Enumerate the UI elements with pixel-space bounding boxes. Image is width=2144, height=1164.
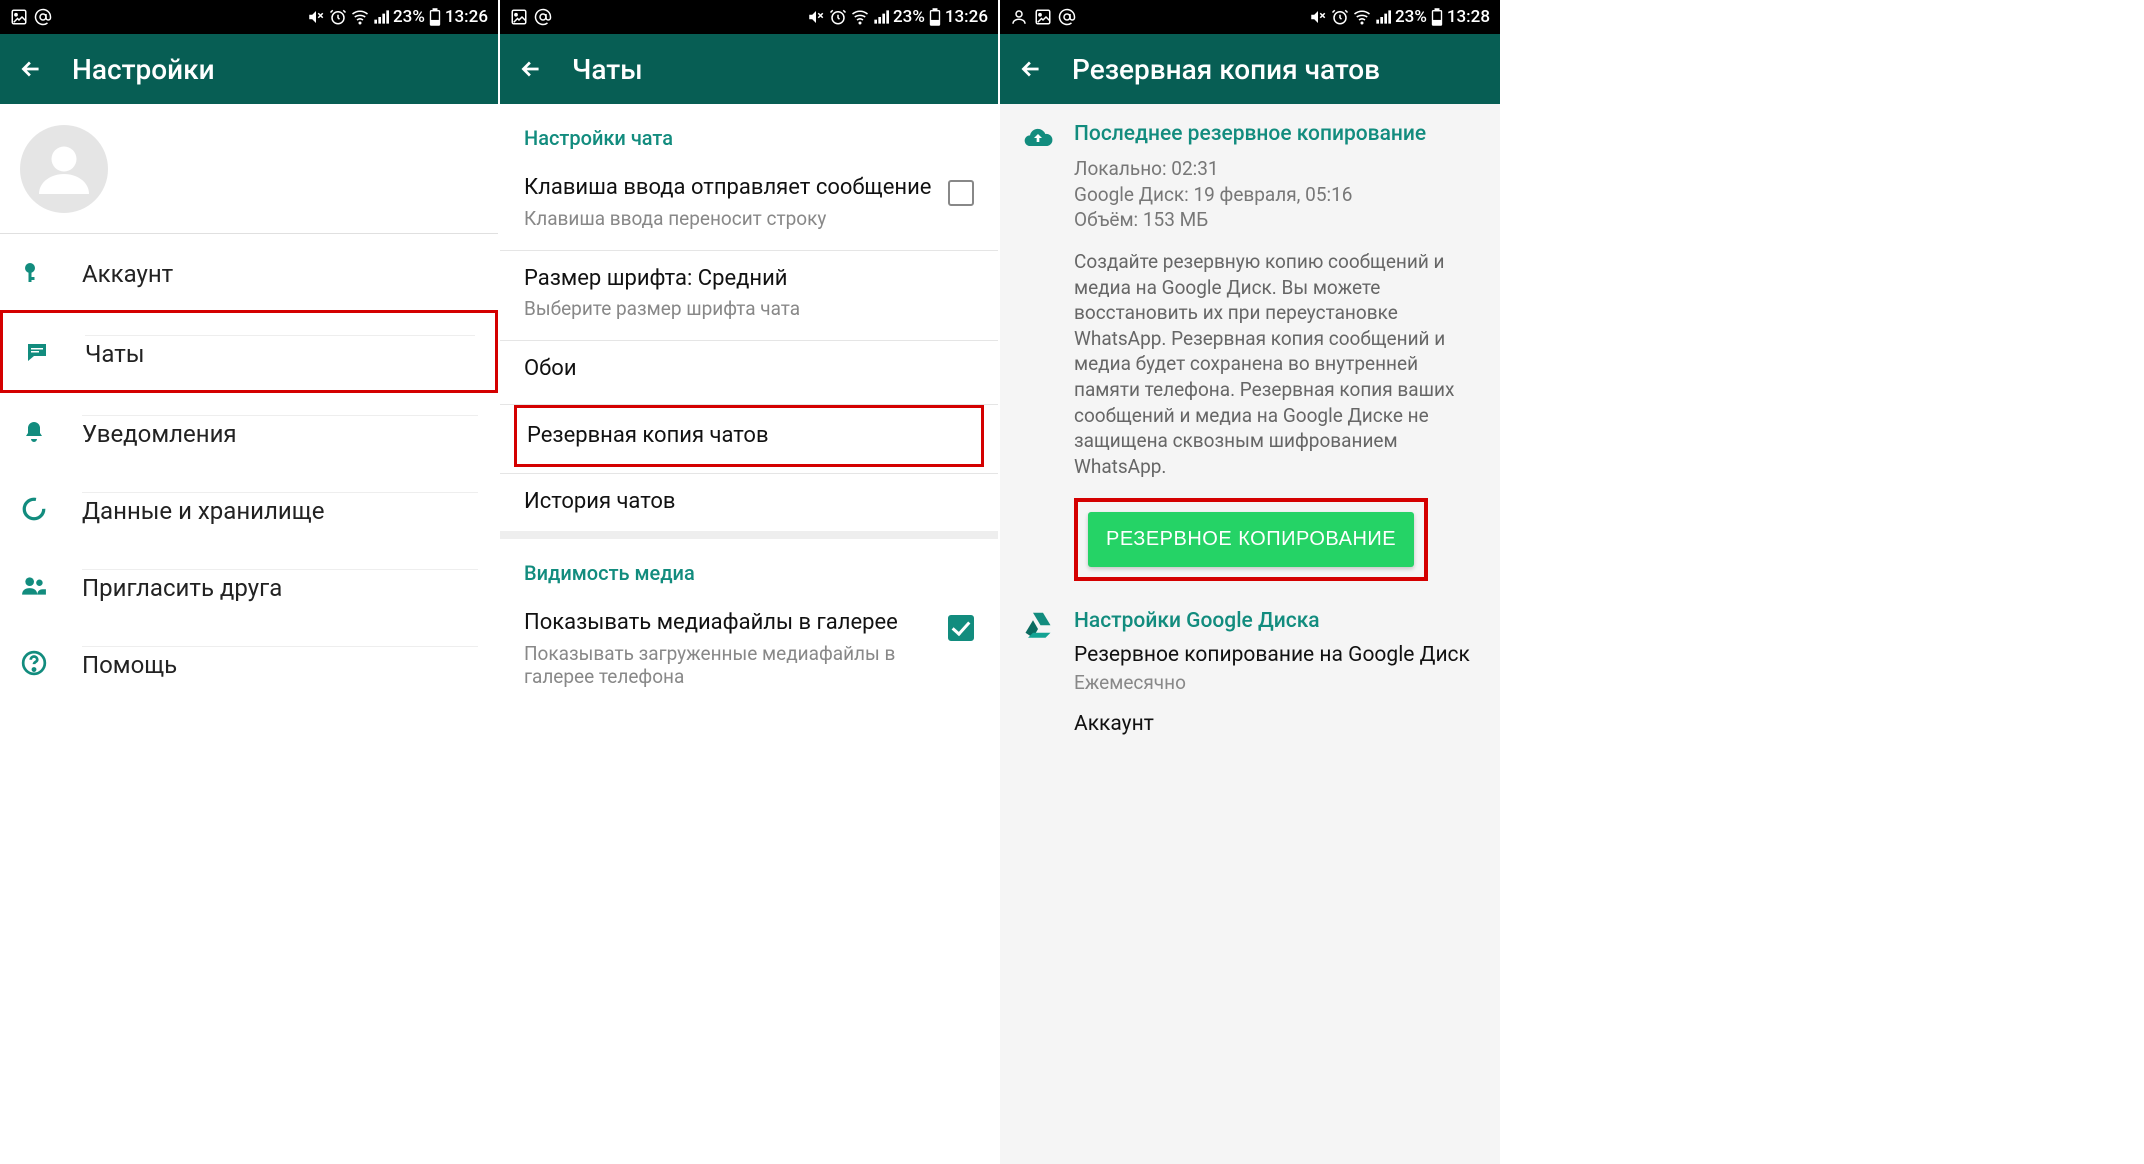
image-icon <box>10 8 28 26</box>
cloud-upload-icon <box>1020 122 1056 581</box>
last-backup-block: Последнее резервное копирование Локально… <box>1000 104 1500 591</box>
row-sub: Показывать загруженные медиафайлы в гале… <box>524 642 936 688</box>
signal-icon <box>373 9 389 25</box>
backup-button-highlight: РЕЗЕРВНОЕ КОПИРОВАНИЕ <box>1074 498 1428 581</box>
alarm-icon <box>329 8 347 26</box>
divider-thick <box>500 531 998 539</box>
gdrive-settings-header: Настройки Google Диска <box>1074 609 1480 633</box>
row-title: Размер шрифта: Средний <box>524 265 974 294</box>
people-icon <box>20 572 48 600</box>
row-media-visibility[interactable]: Показывать медиафайлы в галерее Показыва… <box>500 595 998 702</box>
clock-time: 13:26 <box>945 7 988 27</box>
status-bar: 23% 13:26 <box>500 0 998 34</box>
row-wallpaper[interactable]: Обои <box>500 341 998 398</box>
alarm-icon <box>829 8 847 26</box>
battery-pct: 23% <box>1395 7 1427 27</box>
status-bar: 23% 13:28 <box>1000 0 1500 34</box>
backup-paragraph: Создайте резервную копию сообщений и мед… <box>1074 249 1480 480</box>
backup-size-line: Объём: 153 МБ <box>1074 207 1480 233</box>
settings-label: Данные и хранилище <box>82 492 478 525</box>
screen-settings: 23% 13:26 Настройки Аккаунт <box>0 0 500 1164</box>
at-icon <box>34 8 52 26</box>
backup-gdrive-line: Google Диск: 19 февраля, 05:16 <box>1074 182 1480 208</box>
row-title: История чатов <box>524 488 974 517</box>
row-title: Резервная копия чатов <box>527 422 971 451</box>
wifi-icon <box>351 8 369 26</box>
screen-chats: 23% 13:26 Чаты Настройки чата Клавиша вв… <box>500 0 1000 1164</box>
bell-icon <box>20 418 48 446</box>
profile-row[interactable] <box>0 104 498 234</box>
row-title: Клавиша ввода отправляет сообщение <box>524 174 936 203</box>
page-title: Резервная копия чатов <box>1072 53 1380 86</box>
row-backup[interactable]: Резервная копия чатов <box>514 405 984 468</box>
back-button[interactable] <box>18 56 44 82</box>
at-icon <box>1058 8 1076 26</box>
page-title: Настройки <box>72 53 215 86</box>
back-button[interactable] <box>1018 56 1044 82</box>
app-bar: Чаты <box>500 34 998 104</box>
mute-icon <box>307 8 325 26</box>
settings-item-data[interactable]: Данные и хранилище <box>0 470 498 547</box>
signal-icon <box>873 9 889 25</box>
battery-icon <box>429 8 441 26</box>
backup-button[interactable]: РЕЗЕРВНОЕ КОПИРОВАНИЕ <box>1088 512 1414 567</box>
settings-item-notifications[interactable]: Уведомления <box>0 393 498 470</box>
settings-label: Помощь <box>82 646 478 679</box>
settings-label: Пригласить друга <box>82 569 478 602</box>
row-sub: Клавиша ввода переносит строку <box>524 207 936 230</box>
row-gdrive-backup[interactable]: Резервное копирование на Google Диск Еже… <box>1074 643 1480 694</box>
row-font-size[interactable]: Размер шрифта: Средний Выберите размер ш… <box>500 251 998 335</box>
checkbox-checked[interactable] <box>948 615 974 641</box>
last-backup-header: Последнее резервное копирование <box>1074 122 1480 146</box>
wifi-icon <box>851 8 869 26</box>
alarm-icon <box>1331 8 1349 26</box>
wifi-icon <box>1353 8 1371 26</box>
backup-local-line: Локально: 02:31 <box>1074 156 1480 182</box>
image-icon <box>1034 8 1052 26</box>
gdrive-backup-title: Резервное копирование на Google Диск <box>1074 643 1480 667</box>
at-icon <box>534 8 552 26</box>
row-sub: Выберите размер шрифта чата <box>524 297 974 320</box>
app-bar: Настройки <box>0 34 498 104</box>
settings-item-account[interactable]: Аккаунт <box>0 234 498 310</box>
image-icon <box>510 8 528 26</box>
status-bar: 23% 13:26 <box>0 0 498 34</box>
battery-icon <box>929 8 941 26</box>
mute-icon <box>807 8 825 26</box>
settings-item-help[interactable]: Помощь <box>0 624 498 701</box>
data-icon <box>20 495 48 523</box>
google-drive-icon <box>1020 609 1056 736</box>
help-icon <box>20 649 48 677</box>
checkbox-unchecked[interactable] <box>948 180 974 206</box>
row-history[interactable]: История чатов <box>500 474 998 531</box>
app-bar: Резервная копия чатов <box>1000 34 1500 104</box>
settings-label: Чаты <box>85 335 475 368</box>
settings-item-invite[interactable]: Пригласить друга <box>0 547 498 624</box>
battery-icon <box>1431 8 1443 26</box>
row-gdrive-account[interactable]: Аккаунт <box>1074 712 1480 736</box>
settings-label: Уведомления <box>82 415 478 448</box>
person-icon <box>1010 8 1028 26</box>
settings-item-chats[interactable]: Чаты <box>0 310 498 393</box>
gdrive-settings-block: Настройки Google Диска Резервное копиров… <box>1000 591 1500 746</box>
chat-icon <box>23 338 51 366</box>
row-enter-key[interactable]: Клавиша ввода отправляет сообщение Клави… <box>500 160 998 244</box>
key-icon <box>20 258 48 286</box>
battery-pct: 23% <box>393 7 425 27</box>
settings-label: Аккаунт <box>82 256 478 288</box>
row-title: Показывать медиафайлы в галерее <box>524 609 936 638</box>
gdrive-backup-freq: Ежемесячно <box>1074 671 1480 694</box>
section-header-media: Видимость медиа <box>500 539 998 595</box>
back-button[interactable] <box>518 56 544 82</box>
page-title: Чаты <box>572 53 643 86</box>
battery-pct: 23% <box>893 7 925 27</box>
row-title: Обои <box>524 355 974 384</box>
signal-icon <box>1375 9 1391 25</box>
section-header-chat-settings: Настройки чата <box>500 104 998 160</box>
clock-time: 13:28 <box>1447 7 1490 27</box>
avatar <box>20 125 108 213</box>
screen-backup: 23% 13:28 Резервная копия чатов Последне… <box>1000 0 1502 1164</box>
mute-icon <box>1309 8 1327 26</box>
clock-time: 13:26 <box>445 7 488 27</box>
